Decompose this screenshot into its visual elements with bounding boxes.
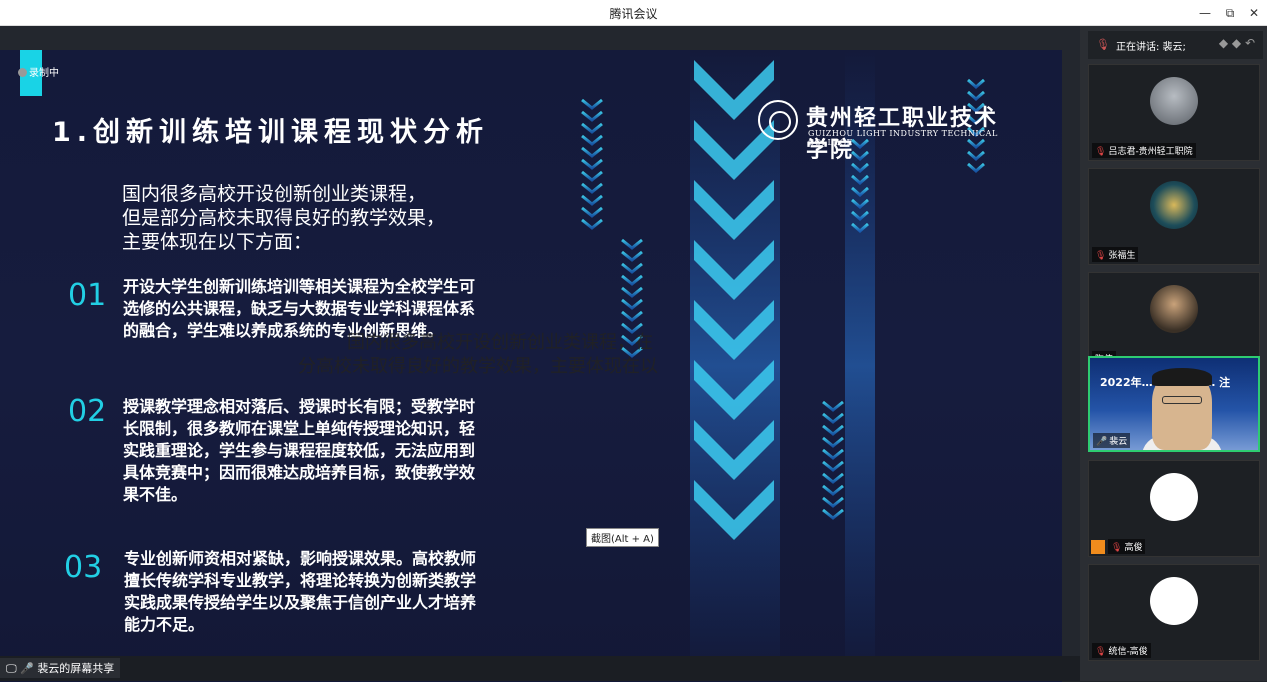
close-button[interactable]: ✕ xyxy=(1245,4,1263,22)
participant-panel: 🎙 正在讲话: 裴云; ◆ ◆ ↶ 🎙吕志君-贵州轻工职院 🎙张福生 陶伟 20… xyxy=(1080,26,1267,681)
participant-tile[interactable]: 🎙 吕志君-贵州轻工职院 xyxy=(1088,64,1260,161)
participant-tile-active-video[interactable]: 2022年… 应用 人才… 注 🎤裴云 xyxy=(1088,356,1260,452)
collapse-panel-icon[interactable]: ◆ ◆ ↶ xyxy=(1219,36,1255,50)
participant-name: 🎙 张福生 xyxy=(1092,247,1139,262)
college-name-en: GUIZHOU LIGHT INDUSTRY TECHNICAL COLLEGE xyxy=(808,129,998,147)
point-03: 03 专业创新师资相对紧缺，影响授课效果。高校教师 擅长传统学科专业教学，将理论… xyxy=(64,548,544,650)
participant-name: 🎙 统信-高俊 xyxy=(1092,643,1151,658)
participant-name-text: 裴云 xyxy=(1109,437,1128,447)
window-title: 腾讯会议 xyxy=(609,7,658,21)
minimize-button[interactable]: — xyxy=(1196,4,1214,22)
point-02: 02 授课教学理念相对落后、授课时长有限；受教学时 长限制，很多教师在课堂上单纯… xyxy=(68,394,538,514)
point-line: 选修的公共课程，缺乏与大数据专业学科课程体系 xyxy=(123,299,476,318)
point-number: 02 xyxy=(68,394,107,429)
glasses-icon xyxy=(1162,396,1202,404)
point-line: 实践成果传授给学生以及聚焦于信创产业人才培养 xyxy=(124,593,477,612)
avatar xyxy=(1150,285,1198,333)
mic-muted-icon: 🎙 xyxy=(1095,647,1107,657)
point-text: 授课教学理念相对落后、授课时长有限；受教学时 长限制，很多教师在课堂上单纯传授理… xyxy=(123,396,475,506)
point-line: 果不佳。 xyxy=(123,485,188,504)
avatar xyxy=(1150,473,1198,521)
recording-label: 录制中 xyxy=(29,68,59,79)
slide-title: 1.创新训练培训课程现状分析 xyxy=(52,117,490,148)
point-line: 实践重理论，学生参与课程程度较低，无法应用到 xyxy=(123,441,476,460)
bottom-bar: 🖵 🎤 裴云的屏幕共享 xyxy=(0,656,1080,681)
screen-share-icon: 🖵 xyxy=(6,662,17,675)
shared-screen-area: 1.创新训练培训课程现状分析 贵州轻工职业技术学院 GUIZHOU LIGHT … xyxy=(0,26,1080,682)
point-text: 专业创新师资相对紧缺，影响授课效果。高校教师 擅长传统学科专业教学，将理论转换为… xyxy=(124,548,476,636)
participant-name: 🎙 吕志君-贵州轻工职院 xyxy=(1092,143,1196,158)
user-badge-icon xyxy=(1091,540,1105,554)
point-line: 擅长传统学科专业教学，将理论转换为创新类教学 xyxy=(124,571,477,590)
point-line: 能力不足。 xyxy=(124,615,205,634)
point-line: 专业创新师资相对紧缺，影响授课效果。高校教师 xyxy=(124,549,477,568)
college-emblem-icon xyxy=(758,100,798,140)
participant-tile[interactable]: 🎙 高俊 xyxy=(1088,460,1260,557)
mic-icon: 🎤 xyxy=(1096,437,1108,447)
intro-line: 主要体现在以下方面： xyxy=(122,231,313,253)
recording-indicator[interactable]: 录制中 xyxy=(18,64,59,79)
mic-icon: 🎤 xyxy=(20,662,34,675)
screen-share-label[interactable]: 🖵 🎤 裴云的屏幕共享 xyxy=(0,658,121,678)
point-line: 授课教学理念相对落后、授课时长有限；受教学时 xyxy=(123,397,476,416)
college-logo: 贵州轻工职业技术学院 GUIZHOU LIGHT INDUSTRY TECHNI… xyxy=(758,100,1018,163)
record-dot-icon xyxy=(18,68,27,77)
participant-tile[interactable]: 🎙 张福生 xyxy=(1088,168,1260,265)
mic-muted-icon: 🎙 xyxy=(1095,147,1107,157)
participant-name-text: 张福生 xyxy=(1108,251,1136,261)
mic-muted-icon: 🎙 xyxy=(1096,38,1110,51)
participant-name: 🎙 高俊 xyxy=(1108,539,1146,554)
participant-name: 🎤 裴云 xyxy=(1093,433,1131,448)
title-bar: 腾讯会议 — ⧉ ✕ xyxy=(0,0,1267,26)
intro-line: 但是部分高校未取得良好的教学效果， xyxy=(122,207,446,229)
screenshot-tooltip: 截图(Alt + A) xyxy=(586,528,659,547)
restore-button[interactable]: ⧉ xyxy=(1221,4,1239,22)
speaking-indicator: 🎙 正在讲话: 裴云; ◆ ◆ ↶ xyxy=(1088,31,1263,59)
share-label-text: 裴云的屏幕共享 xyxy=(37,662,115,675)
point-number: 01 xyxy=(68,278,107,313)
participant-name-text: 吕志君-贵州轻工职院 xyxy=(1108,147,1193,157)
speaking-text: 正在讲话: 裴云; xyxy=(1116,42,1186,53)
participant-name-text: 统信-高俊 xyxy=(1108,647,1148,657)
point-number: 03 xyxy=(64,550,103,585)
slide-intro: 国内很多高校开设创新创业类课程， 但是部分高校未取得良好的教学效果， 主要体现在… xyxy=(122,182,445,254)
point-line: 开设大学生创新训练培训等相关课程为全校学生可 xyxy=(123,277,476,296)
avatar xyxy=(1150,577,1198,625)
participant-name-text: 高俊 xyxy=(1124,543,1143,553)
presentation-slide: 1.创新训练培训课程现状分析 贵州轻工职业技术学院 GUIZHOU LIGHT … xyxy=(0,50,1062,682)
point-line: 具体竞赛中；因而很难达成培养目标，致使教学效 xyxy=(123,463,476,482)
participant-tile[interactable]: 🎙 统信-高俊 xyxy=(1088,564,1260,661)
overlay-text-line: 分高校未取得良好的教学效果，主要体现在以 xyxy=(298,356,658,377)
mic-muted-icon: 🎙 xyxy=(1111,543,1123,553)
person-hair xyxy=(1152,368,1212,386)
overlay-text-line: 国内很多高校开设创新创业类课程，在 xyxy=(347,332,653,353)
intro-line: 国内很多高校开设创新创业类课程， xyxy=(122,183,427,205)
point-line: 长限制，很多教师在课堂上单纯传授理论知识，轻 xyxy=(123,419,476,438)
participant-tile[interactable]: 陶伟 xyxy=(1088,272,1260,369)
avatar xyxy=(1150,77,1198,125)
avatar xyxy=(1150,181,1198,229)
mic-muted-icon: 🎙 xyxy=(1095,251,1107,261)
